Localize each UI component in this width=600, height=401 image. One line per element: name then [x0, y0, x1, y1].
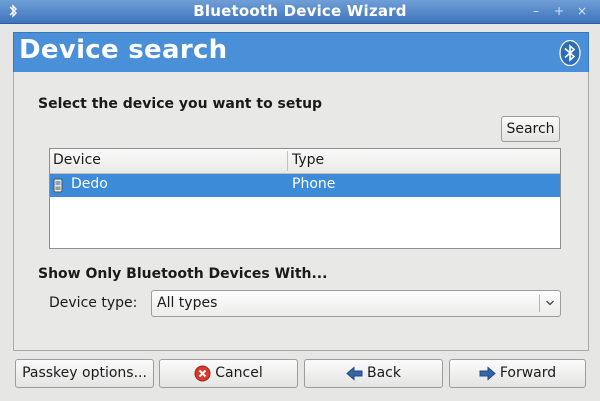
device-type-value: All types	[157, 295, 218, 311]
title-bar[interactable]: Bluetooth Device Wizard – + ×	[0, 0, 600, 24]
arrow-left-icon	[346, 366, 363, 381]
column-header-device[interactable]: Device	[53, 152, 101, 168]
bluetooth-wizard-window: Bluetooth Device Wizard – + × Device sea…	[0, 0, 600, 401]
device-type: Phone	[292, 176, 336, 192]
column-header-type[interactable]: Type	[292, 152, 324, 168]
back-label: Back	[367, 365, 401, 381]
combo-separator	[539, 295, 540, 312]
device-list[interactable]: Device Type Dedo Phone	[49, 148, 561, 249]
device-name: Dedo	[71, 176, 108, 192]
passkey-options-button[interactable]: Passkey options...	[15, 359, 154, 388]
search-button-label: Search	[506, 121, 555, 137]
cancel-label: Cancel	[215, 365, 263, 381]
device-list-header: Device Type	[50, 149, 560, 174]
search-button[interactable]: Search	[501, 116, 560, 142]
page-title: Device search	[19, 35, 228, 65]
chevron-down-icon	[546, 300, 554, 306]
select-device-label: Select the device you want to setup	[38, 96, 323, 112]
page-header: Device search	[13, 32, 589, 74]
cancel-button[interactable]: Cancel	[159, 359, 298, 388]
forward-button[interactable]: Forward	[449, 359, 586, 388]
passkey-options-label: Passkey options...	[22, 365, 147, 381]
filter-label: Show Only Bluetooth Devices With...	[38, 266, 328, 282]
phone-icon	[53, 178, 63, 193]
minimize-button[interactable]: –	[526, 2, 546, 20]
table-row[interactable]: Dedo Phone	[50, 174, 560, 197]
arrow-right-icon	[479, 366, 496, 381]
back-button[interactable]: Back	[304, 359, 443, 388]
bluetooth-icon	[559, 40, 581, 66]
maximize-button[interactable]: +	[549, 2, 569, 20]
cancel-icon	[194, 365, 211, 382]
device-type-select[interactable]: All types	[151, 290, 561, 317]
window-title: Bluetooth Device Wizard	[193, 2, 407, 20]
close-button[interactable]: ×	[572, 2, 592, 20]
device-type-label: Device type:	[49, 295, 138, 311]
column-separator	[287, 151, 288, 171]
forward-label: Forward	[499, 365, 557, 381]
